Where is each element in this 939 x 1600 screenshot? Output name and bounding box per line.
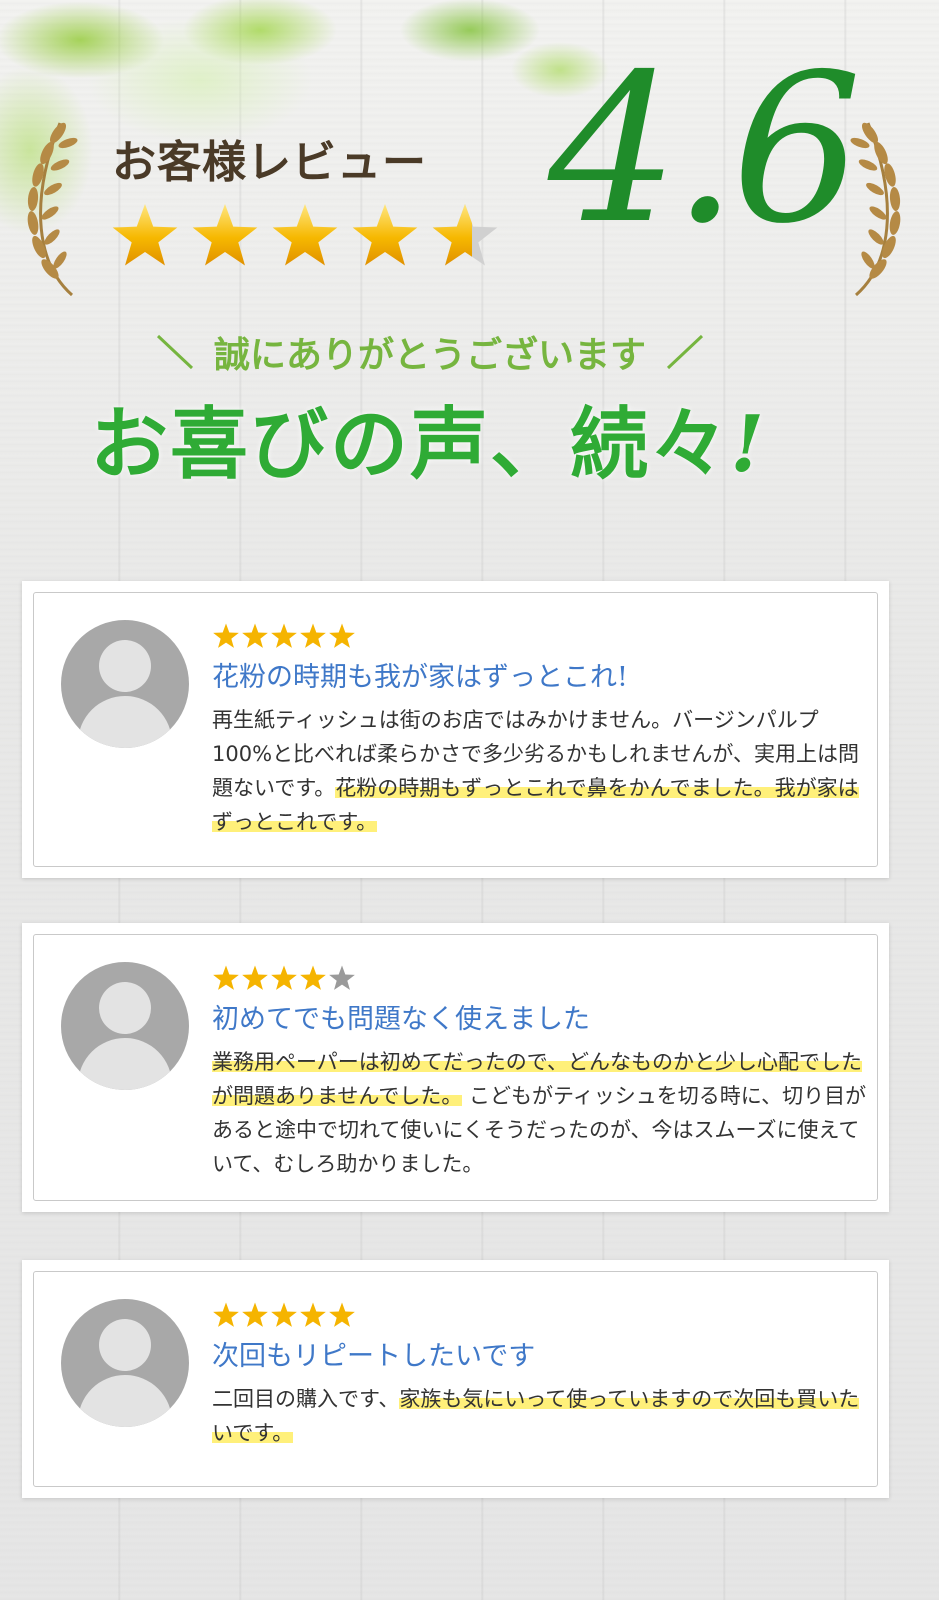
star-filled-icon — [300, 623, 326, 648]
star-empty-icon — [329, 965, 355, 990]
star-filled-icon — [213, 965, 239, 990]
review-stars — [213, 965, 355, 990]
review-card: 次回もリピートしたいです 二回目の購入です、家族も気にいって使っていますので次回… — [22, 1260, 889, 1498]
user-avatar-icon — [61, 962, 189, 1090]
star-filled-icon — [329, 1302, 355, 1327]
headline-text: お喜びの声、続々 — [90, 399, 731, 490]
thanks-line: 誠にありがとうございます — [120, 322, 740, 382]
star-filled-icon — [242, 965, 268, 990]
overall-rating-stars — [112, 204, 498, 266]
backslash-decoration-icon — [156, 334, 194, 370]
star-filled-icon — [112, 204, 178, 266]
star-filled-icon — [192, 204, 258, 266]
review-text: 再生紙ティッシュは街のお店ではみかけません。バージンパルプ100%と比べれば柔ら… — [212, 703, 872, 839]
star-filled-icon — [242, 1302, 268, 1327]
user-avatar-icon — [61, 620, 189, 748]
star-filled-icon — [329, 623, 355, 648]
star-filled-icon — [213, 1302, 239, 1327]
star-filled-icon — [352, 204, 418, 266]
slash-decoration-icon — [666, 334, 704, 370]
headline-exclamation: ! — [730, 399, 767, 490]
thanks-text: 誠にありがとうございます — [213, 334, 646, 376]
star-filled-icon — [271, 1302, 297, 1327]
review-text: 業務用ペーパーは初めてだったので、どんなものかと少し心配でしたが問題ありませんで… — [212, 1045, 872, 1181]
review-title: 次回もリピートしたいです — [212, 1341, 536, 1372]
review-text: 二回目の購入です、家族も気にいって使っていますので次回も買いたいです。 — [212, 1382, 872, 1450]
star-filled-icon — [242, 623, 268, 648]
star-filled-icon — [213, 623, 239, 648]
headline: お喜びの声、続々! — [90, 382, 850, 494]
review-text-plain: 二回目の購入です、 — [212, 1387, 400, 1411]
review-stars — [213, 1302, 355, 1327]
star-filled-icon — [300, 1302, 326, 1327]
star-filled-icon — [271, 623, 297, 648]
star-filled-icon — [272, 204, 338, 266]
user-avatar-icon — [61, 1299, 189, 1427]
overall-rating-value: 4.6 — [548, 31, 862, 269]
laurel-left-icon — [27, 122, 78, 297]
laurel-right-icon — [850, 122, 901, 297]
star-filled-icon — [271, 965, 297, 990]
star-filled-icon — [300, 965, 326, 990]
review-title: 初めてでも問題なく使えました — [212, 1004, 590, 1035]
review-stars — [213, 623, 355, 648]
review-card: 初めてでも問題なく使えました 業務用ペーパーは初めてだったので、どんなものかと少… — [22, 923, 889, 1212]
review-title: 花粉の時期も我が家はずっとこれ! — [212, 662, 628, 693]
customer-review-label: お客様レビュー — [112, 137, 427, 188]
review-card: 花粉の時期も我が家はずっとこれ! 再生紙ティッシュは街のお店ではみかけません。バ… — [22, 581, 889, 878]
